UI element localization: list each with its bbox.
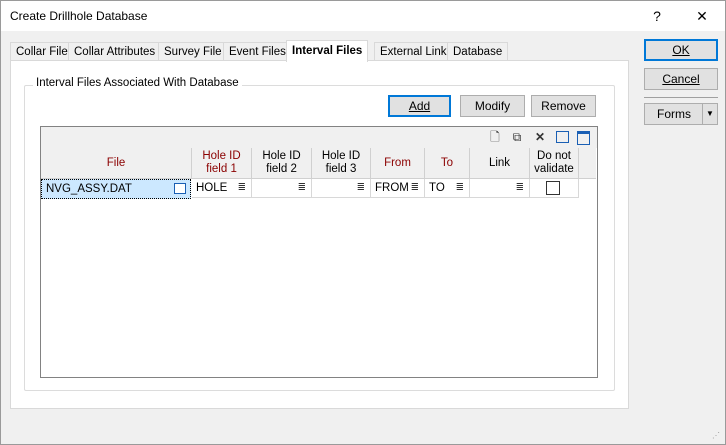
tab-collar-file[interactable]: Collar File bbox=[10, 42, 74, 61]
column-header-file[interactable]: File bbox=[41, 148, 192, 179]
cell-hole-id-2[interactable]: ≣ bbox=[252, 179, 312, 198]
pick-list-icon[interactable]: ≣ bbox=[516, 179, 524, 197]
add-button-label: Add bbox=[408, 99, 431, 113]
pick-list-icon[interactable]: ≣ bbox=[411, 179, 419, 197]
modify-button-label: Modify bbox=[474, 99, 511, 113]
group-label: Interval Files Associated With Database bbox=[33, 77, 242, 89]
cell-file[interactable]: NVG_ASSY.DAT bbox=[41, 179, 191, 199]
tab-survey-file[interactable]: Survey File bbox=[158, 42, 228, 61]
delete-row-icon[interactable]: ✕ bbox=[533, 130, 547, 144]
chevron-down-icon[interactable]: ▼ bbox=[702, 104, 717, 124]
grid-toolbar: 🗋 ⧉ ✕ bbox=[41, 127, 597, 148]
help-icon[interactable]: ? bbox=[642, 5, 672, 27]
cell-do-not-validate bbox=[530, 179, 579, 198]
cancel-button-label: Cancel bbox=[662, 72, 700, 86]
tab-external-link[interactable]: External Link bbox=[374, 42, 453, 61]
window-title: Create Drillhole Database bbox=[10, 9, 148, 23]
window-split-icon[interactable] bbox=[576, 130, 590, 145]
file-name: NVG_ASSY.DAT bbox=[46, 183, 132, 195]
column-header-do-not-validate[interactable]: Do not validate bbox=[530, 148, 579, 179]
from-value: FROM bbox=[375, 182, 409, 194]
new-row-icon[interactable]: 🗋 bbox=[488, 130, 502, 144]
tab-interval-files[interactable]: Interval Files bbox=[286, 40, 369, 62]
forms-button[interactable]: Forms ▼ bbox=[644, 103, 718, 125]
column-header-hole-id-1[interactable]: Hole ID field 1 bbox=[192, 148, 252, 179]
pick-list-icon[interactable]: ≣ bbox=[357, 179, 365, 197]
modify-button[interactable]: Modify bbox=[460, 95, 525, 117]
cell-hole-id-3[interactable]: ≣ bbox=[312, 179, 371, 198]
cell-link[interactable]: ≣ bbox=[470, 179, 530, 198]
remove-button-label: Remove bbox=[541, 99, 586, 113]
ok-button-label: OK bbox=[672, 43, 690, 57]
close-icon[interactable]: ✕ bbox=[687, 5, 717, 27]
cancel-button[interactable]: Cancel bbox=[644, 68, 718, 90]
cell-hole-id-1[interactable]: HOLE ≣ bbox=[192, 179, 252, 198]
tab-database[interactable]: Database bbox=[447, 42, 509, 61]
interval-files-grid: 🗋 ⧉ ✕ File Hole ID field 1 Hole ID field… bbox=[40, 126, 598, 378]
hole-id-1-value: HOLE bbox=[196, 182, 228, 194]
separator bbox=[644, 97, 718, 98]
forms-button-label: Forms bbox=[657, 107, 691, 121]
column-header-link[interactable]: Link bbox=[470, 148, 530, 179]
column-header-filler bbox=[579, 148, 596, 179]
to-value: TO bbox=[429, 182, 445, 194]
cell-to[interactable]: TO ≣ bbox=[425, 179, 470, 198]
pick-list-icon[interactable]: ≣ bbox=[298, 179, 306, 197]
do-not-validate-checkbox[interactable] bbox=[546, 181, 560, 195]
tab-collar-attributes[interactable]: Collar Attributes bbox=[68, 42, 162, 61]
tab-event-files[interactable]: Event Files bbox=[223, 42, 292, 61]
remove-button[interactable]: Remove bbox=[531, 95, 596, 117]
pick-list-icon[interactable]: ≣ bbox=[238, 179, 246, 197]
column-header-hole-id-3[interactable]: Hole ID field 3 bbox=[312, 148, 371, 179]
resize-grip-icon[interactable]: ⋰ bbox=[712, 431, 722, 441]
pick-list-icon[interactable]: ≣ bbox=[456, 179, 464, 197]
create-drillhole-database-dialog: Create Drillhole Database ? ✕ Collar Fil… bbox=[0, 0, 726, 445]
column-header-from[interactable]: From bbox=[371, 148, 425, 179]
insert-row-icon[interactable]: ⧉ bbox=[510, 130, 524, 144]
ok-button[interactable]: OK bbox=[644, 39, 718, 61]
window-icon[interactable] bbox=[555, 130, 569, 144]
browse-file-icon[interactable] bbox=[174, 183, 186, 194]
column-header-to[interactable]: To bbox=[425, 148, 470, 179]
interval-files-panel: Interval Files Associated With Database … bbox=[10, 60, 629, 409]
cell-from[interactable]: FROM ≣ bbox=[371, 179, 425, 198]
title-bar: Create Drillhole Database ? ✕ bbox=[1, 1, 725, 31]
add-button[interactable]: Add bbox=[388, 95, 451, 117]
column-header-hole-id-2[interactable]: Hole ID field 2 bbox=[252, 148, 312, 179]
